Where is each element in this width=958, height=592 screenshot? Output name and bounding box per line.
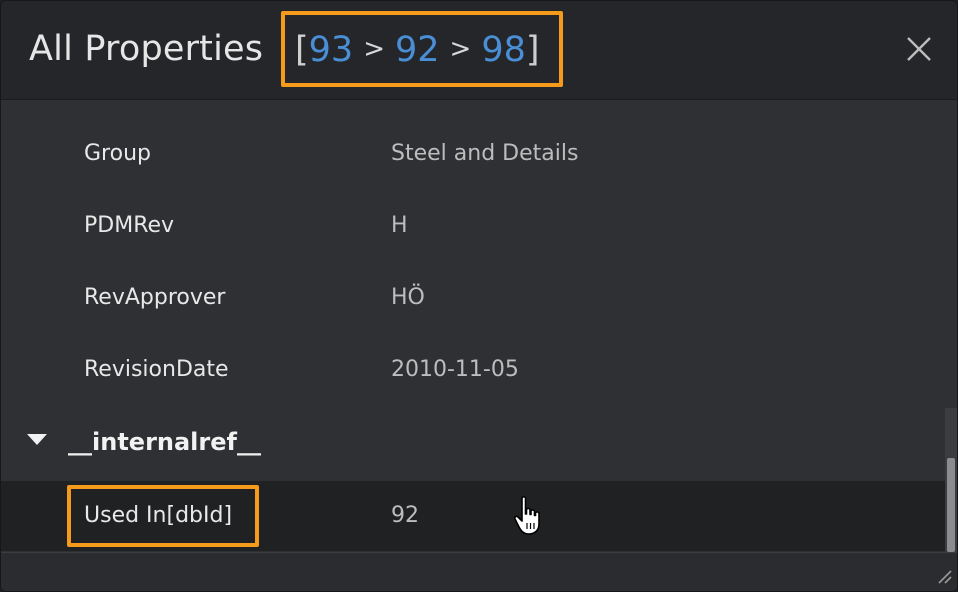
triangle-down-icon[interactable]	[27, 434, 47, 445]
property-value: Steel and Details	[391, 141, 579, 166]
breadcrumb: [93 >92 >98]	[295, 27, 540, 72]
panel-title: All Properties	[29, 29, 264, 69]
close-icon	[907, 37, 931, 61]
property-value: 92	[391, 503, 419, 528]
category-internalref[interactable]: __internalref__	[1, 406, 945, 478]
close-button[interactable]	[901, 31, 937, 67]
resize-grip-icon	[938, 570, 952, 584]
property-name: PDMRev	[84, 213, 175, 238]
panel-footer	[1, 552, 957, 591]
property-name: RevisionDate	[84, 357, 229, 382]
resize-handle[interactable]	[935, 567, 953, 585]
property-row-revapprover[interactable]: RevApprover HÖ	[1, 262, 945, 334]
property-panel: All Properties [93 >92 >98] Group Steel an…	[0, 0, 958, 592]
hand-pointer-icon	[513, 495, 549, 537]
breadcrumb-highlight-box: [93 >92 >98]	[281, 11, 563, 87]
property-value: H	[391, 213, 408, 238]
property-value: HÖ	[391, 285, 425, 310]
property-row-group[interactable]: Group Steel and Details	[1, 118, 945, 190]
breadcrumb-close-bracket: ]	[525, 30, 540, 70]
property-row-pdmrev[interactable]: PDMRev H	[1, 190, 945, 262]
property-row-revisiondate[interactable]: RevisionDate 2010-11-05	[1, 334, 945, 406]
breadcrumb-separator: >	[363, 34, 385, 64]
breadcrumb-separator: >	[449, 34, 472, 64]
breadcrumb-item-1[interactable]: 93	[309, 30, 354, 70]
breadcrumb-item-3[interactable]: 98	[481, 30, 526, 70]
category-label: __internalref__	[68, 428, 261, 456]
scrollbar-thumb[interactable]	[947, 458, 955, 552]
breadcrumb-open-bracket: [	[295, 30, 309, 70]
panel-header[interactable]: All Properties [93 >92 >98]	[1, 1, 957, 100]
property-value: 2010-11-05	[391, 357, 519, 382]
breadcrumb-item-2[interactable]: 92	[395, 30, 440, 70]
used-in-highlight-box	[67, 485, 259, 547]
property-name: RevApprover	[84, 285, 226, 310]
property-name: Group	[84, 141, 151, 166]
property-list: Group Steel and Details PDMRev H RevAppr…	[1, 100, 957, 552]
